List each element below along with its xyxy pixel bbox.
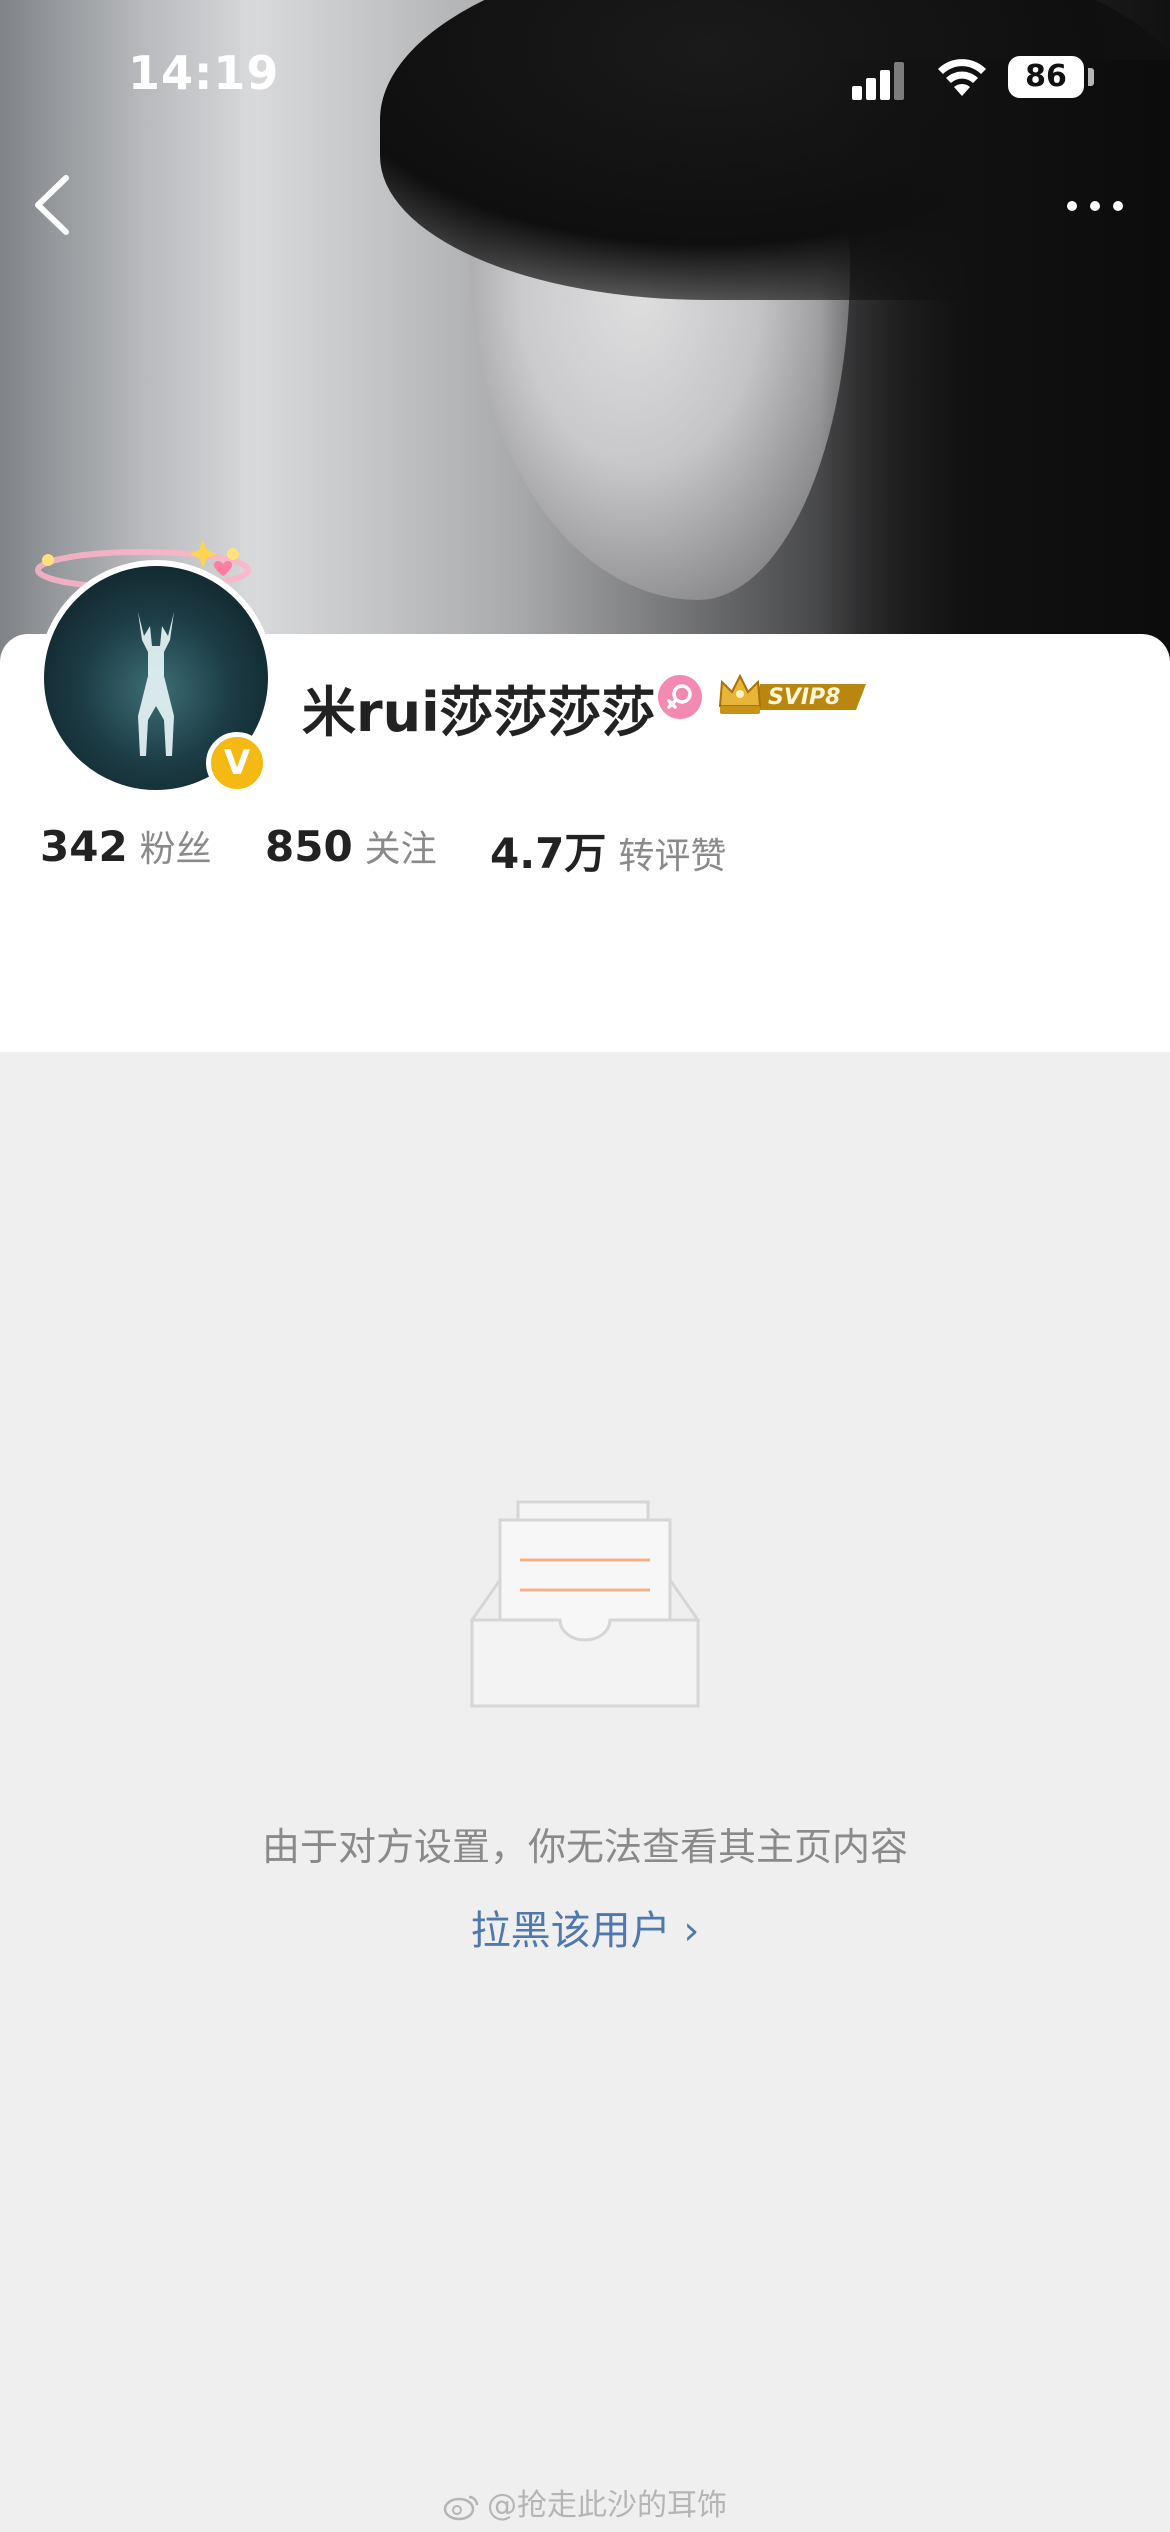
stat-followers[interactable]: 342 粉丝 bbox=[40, 820, 212, 872]
stat-likes[interactable]: 4.7万 转评赞 bbox=[490, 820, 726, 881]
crown-icon: SVIP8 bbox=[718, 673, 866, 714]
more-options-icon[interactable] bbox=[1060, 180, 1130, 230]
weibo-logo-icon bbox=[443, 2495, 479, 2521]
verified-badge: V bbox=[206, 732, 268, 794]
stat-value: 850 bbox=[265, 822, 353, 871]
blocked-content-message: 由于对方设置，你无法查看其主页内容 bbox=[261, 1825, 908, 1869]
watermark-text: @抢走此沙的耳饰 bbox=[487, 2488, 727, 2523]
stat-value: 4.7万 bbox=[490, 829, 607, 878]
stat-label: 关注 bbox=[364, 829, 437, 870]
wifi-icon bbox=[938, 59, 986, 96]
svip-badge[interactable]: SVIP8 bbox=[716, 672, 876, 718]
deer-silhouette-icon bbox=[138, 612, 174, 756]
profile-stats: 342 粉丝 850 关注 4.7万 转评赞 bbox=[40, 820, 940, 880]
watermark: @抢走此沙的耳饰 bbox=[0, 2480, 1170, 2524]
stat-following[interactable]: 850 关注 bbox=[265, 820, 437, 872]
stat-label: 转评赞 bbox=[618, 836, 727, 877]
profile-username: 米rui莎莎莎莎 bbox=[302, 681, 656, 744]
stat-value: 342 bbox=[40, 822, 128, 871]
status-time: 14:19 bbox=[128, 46, 280, 100]
battery-tip bbox=[1088, 68, 1094, 86]
status-bar: 14:19 86 bbox=[0, 0, 1170, 150]
avatar-container[interactable]: V bbox=[30, 520, 280, 800]
empty-inbox-illustration bbox=[470, 1500, 700, 1708]
female-gender-icon bbox=[658, 675, 702, 719]
back-arrow-icon[interactable] bbox=[26, 170, 86, 240]
svip-label: SVIP8 bbox=[768, 685, 841, 710]
cellular-signal-icon bbox=[852, 62, 904, 100]
block-user-link[interactable]: 拉黑该用户 › bbox=[0, 1898, 1170, 1956]
battery-indicator: 86 bbox=[1008, 56, 1084, 98]
stat-label: 粉丝 bbox=[139, 829, 212, 870]
